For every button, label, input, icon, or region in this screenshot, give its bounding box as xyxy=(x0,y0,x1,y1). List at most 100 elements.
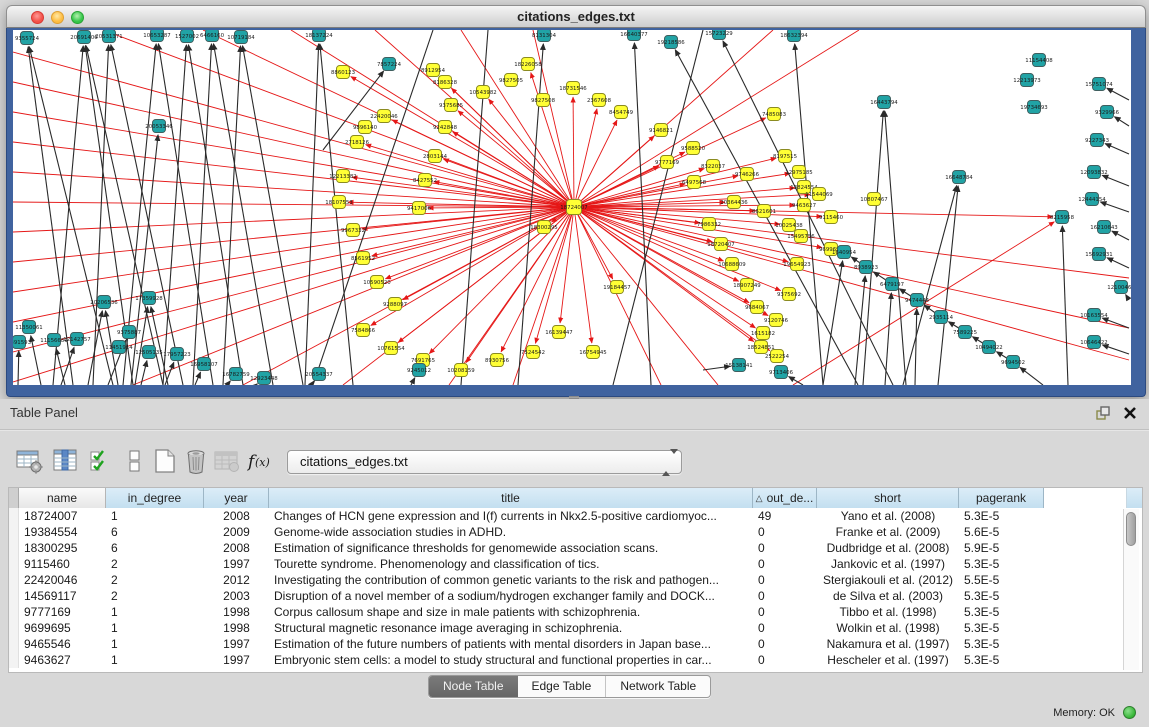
table-cell[interactable]: 2 xyxy=(106,572,204,588)
graph-node[interactable]: 2935114 xyxy=(929,311,954,324)
table-cell[interactable]: Stergiakouli et al. (2012) xyxy=(817,572,959,588)
table-cell[interactable]: 2008 xyxy=(204,540,269,556)
create-column-button[interactable] xyxy=(151,447,179,475)
graph-node[interactable]: 9827508 xyxy=(531,94,556,107)
table-cell[interactable]: 1997 xyxy=(204,556,269,572)
graph-node[interactable]: 20053346 xyxy=(145,120,173,133)
graph-node[interactable]: 11154408 xyxy=(1025,54,1053,67)
row-toggle-button[interactable] xyxy=(121,447,149,475)
graph-node[interactable]: 20554337 xyxy=(305,368,332,381)
graph-node[interactable]: 16139447 xyxy=(545,326,572,339)
table-cell[interactable]: 2009 xyxy=(204,524,269,540)
table-cell[interactable]: 1998 xyxy=(204,604,269,620)
graph-node[interactable]: 20531371 xyxy=(95,30,122,43)
table-cell[interactable]: 22420046 xyxy=(19,572,106,588)
table-cell[interactable]: 14569117 xyxy=(19,588,106,604)
graph-node[interactable]: 19734693 xyxy=(1020,101,1047,114)
table-cell[interactable]: 5.3E-5 xyxy=(959,620,1044,636)
table-selector-dropdown[interactable]: citations_edges.txt xyxy=(287,450,682,474)
table-cell[interactable]: Genome-wide association studies in ADHD. xyxy=(269,524,753,540)
graph-node[interactable]: 15751074 xyxy=(1085,78,1113,91)
table-cell[interactable]: 49 xyxy=(753,508,817,524)
graph-node[interactable]: 6479197 xyxy=(880,278,904,291)
tab-network-table[interactable]: Network Table xyxy=(605,676,710,697)
table-cell[interactable]: 0 xyxy=(753,524,817,540)
table-cell[interactable]: 0 xyxy=(753,620,817,636)
graph-node[interactable]: 18720407 xyxy=(707,238,734,251)
table-cell[interactable]: Yano et al. (2008) xyxy=(817,508,959,524)
table-cell[interactable]: 1 xyxy=(106,636,204,652)
graph-node[interactable]: 18731546 xyxy=(559,82,587,95)
graph-node[interactable]: 10688609 xyxy=(718,258,746,271)
graph-node[interactable]: 9474444 xyxy=(905,294,930,307)
scrollbar-thumb[interactable] xyxy=(1126,512,1136,546)
graph-node[interactable]: 7857224 xyxy=(377,58,402,71)
table-cell[interactable]: Disruption of a novel member of a sodium… xyxy=(269,588,753,604)
table-cell[interactable]: Hescheler et al. (1997) xyxy=(817,652,959,668)
graph-node[interactable]: 8621601 xyxy=(752,205,776,218)
function-builder-button[interactable]: f (x) xyxy=(246,447,274,475)
column-header-out_de[interactable]: △out_de... xyxy=(753,488,817,508)
graph-node[interactable]: 12100461 xyxy=(1107,281,1131,294)
table-cell[interactable]: Jankovic et al. (1997) xyxy=(817,556,959,572)
panel-resize-handle[interactable] xyxy=(566,395,582,401)
graph-node[interactable]: 10646422 xyxy=(1080,336,1107,349)
table-cell[interactable]: 5.6E-5 xyxy=(959,524,1044,540)
graph-node[interactable]: 9827505 xyxy=(499,74,523,87)
graph-node[interactable]: 9694502 xyxy=(1001,356,1025,369)
graph-node[interactable]: 9463627 xyxy=(792,199,816,212)
graph-node[interactable]: 18632394 xyxy=(780,30,808,42)
table-cell[interactable]: 18300295 xyxy=(19,540,106,556)
table-cell[interactable]: 9699695 xyxy=(19,620,106,636)
graph-node[interactable]: 10494022 xyxy=(975,341,1002,354)
table-cell[interactable]: Estimation of the future numbers of pati… xyxy=(269,636,753,652)
table-row[interactable]: 1872400712008Changes of HCN gene express… xyxy=(9,508,1142,524)
table-cell[interactable]: 6 xyxy=(106,540,204,556)
table-row[interactable]: 946362711997Embryonic stem cells: a mode… xyxy=(9,652,1142,668)
close-panel-icon[interactable] xyxy=(1123,406,1137,420)
float-panel-icon[interactable] xyxy=(1095,405,1111,421)
graph-node[interactable]: 20364436 xyxy=(720,196,748,209)
graph-node[interactable]: 2522254 xyxy=(765,350,790,363)
table-cell[interactable]: Tibbo et al. (1998) xyxy=(817,604,959,620)
graph-node[interactable]: 16640377 xyxy=(620,30,647,41)
graph-node[interactable]: 15723229 xyxy=(705,30,733,40)
table-cell[interactable]: Investigating the contribution of common… xyxy=(269,572,753,588)
graph-node[interactable]: 9355724 xyxy=(15,32,40,45)
table-cell[interactable]: 0 xyxy=(753,604,817,620)
table-cell[interactable]: 2012 xyxy=(204,572,269,588)
table-cell[interactable]: 9465546 xyxy=(19,636,106,652)
table-row[interactable]: 977716911998Corpus callosum shape and si… xyxy=(9,604,1142,620)
select-all-columns-button[interactable] xyxy=(88,447,116,475)
window-titlebar[interactable]: citations_edges.txt xyxy=(6,5,1146,28)
graph-node[interactable]: 12213973 xyxy=(1013,74,1040,87)
graph-node[interactable]: 9391593 xyxy=(13,336,31,349)
table-row[interactable]: 911546021997Tourette syndrome. Phenomeno… xyxy=(9,556,1142,572)
table-row[interactable]: 2242004622012Investigating the contribut… xyxy=(9,572,1142,588)
table-cell[interactable]: 5.3E-5 xyxy=(959,556,1044,572)
graph-node[interactable]: 10719184 xyxy=(227,31,255,44)
delete-column-button[interactable] xyxy=(182,447,210,475)
table-cell[interactable]: Nakamura et al. (1997) xyxy=(817,636,959,652)
tab-edge-table[interactable]: Edge Table xyxy=(518,676,606,697)
column-header-in_degree[interactable]: in_degree xyxy=(106,488,204,508)
graph-node[interactable]: 10761554 xyxy=(377,342,405,355)
table-cell[interactable]: Dudbridge et al. (2008) xyxy=(817,540,959,556)
table-cell[interactable]: 2 xyxy=(106,588,204,604)
table-cell[interactable]: Estimation of significance thresholds fo… xyxy=(269,540,753,556)
table-cell[interactable]: 1 xyxy=(106,604,204,620)
graph-node[interactable]: 7589225 xyxy=(953,326,977,339)
table-cell[interactable]: 5.3E-5 xyxy=(959,604,1044,620)
table-cell[interactable]: 5.9E-5 xyxy=(959,540,1044,556)
graph-node[interactable]: 9375692 xyxy=(777,288,801,301)
table-cell[interactable]: Tourette syndrome. Phenomenology and cla… xyxy=(269,556,753,572)
graph-node[interactable]: 20691406 xyxy=(70,31,98,44)
table-row[interactable]: 946554611997Estimation of the future num… xyxy=(9,636,1142,652)
graph-node[interactable]: 9329966 xyxy=(1095,106,1120,119)
graph-node[interactable]: 9375685 xyxy=(439,99,463,112)
table-cell[interactable]: 0 xyxy=(753,556,817,572)
table-row[interactable]: 1830029562008Estimation of significance … xyxy=(9,540,1142,556)
column-header-short[interactable]: short xyxy=(817,488,959,508)
graph-node[interactable]: 8938923 xyxy=(854,261,878,274)
column-header-pagerank[interactable]: pagerank xyxy=(959,488,1044,508)
